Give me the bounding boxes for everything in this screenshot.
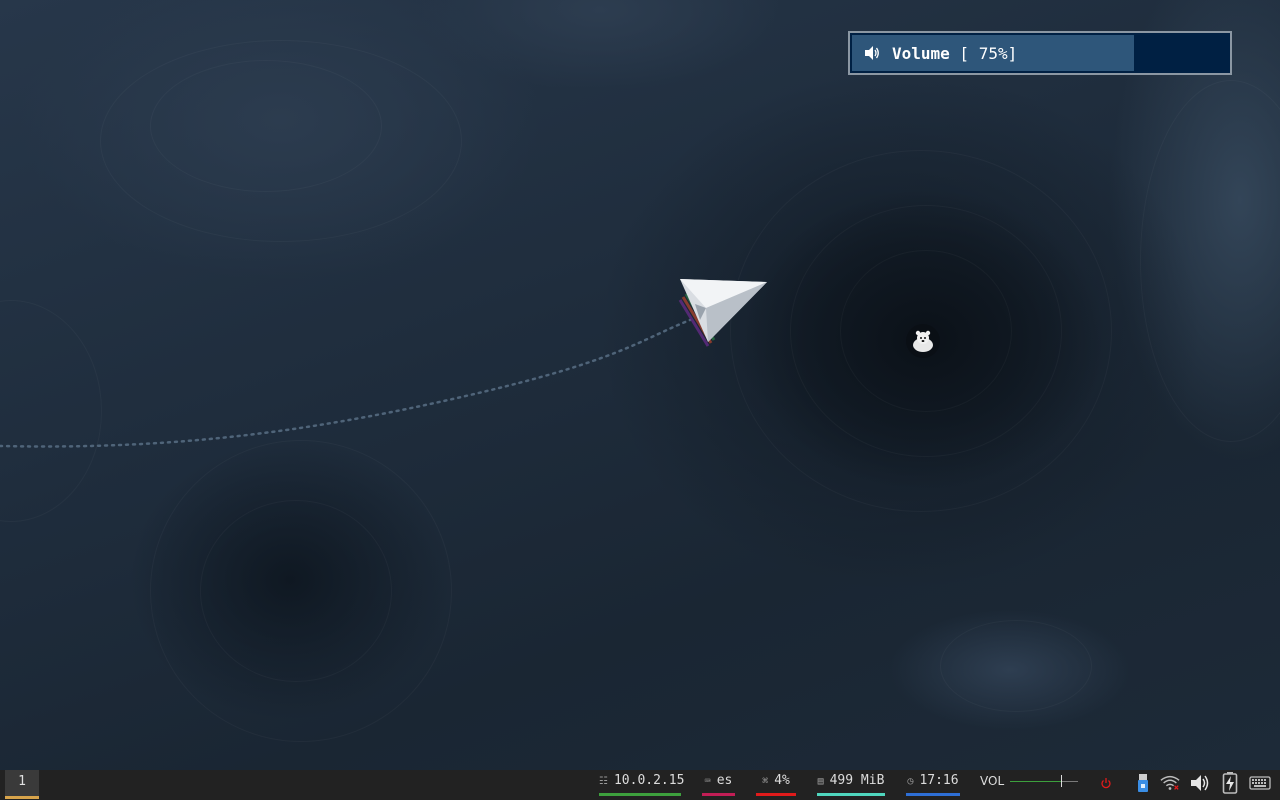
memory-module[interactable]: ▤ 499 MiB bbox=[817, 770, 885, 796]
memory-icon: ▤ bbox=[817, 776, 824, 787]
cpu-module[interactable]: ⌘ 4% bbox=[756, 770, 796, 796]
clock-icon: ◷ bbox=[907, 776, 914, 787]
network-icon: ☷ bbox=[599, 776, 608, 787]
cpu-icon: ⌘ bbox=[762, 776, 769, 787]
network-module[interactable]: ☷ 10.0.2.15 bbox=[599, 770, 685, 796]
memory-value: 499 MiB bbox=[829, 773, 885, 788]
usb-drive-icon[interactable] bbox=[1133, 773, 1153, 793]
bear-icon bbox=[913, 330, 933, 352]
keyboard-layout-value: es bbox=[716, 773, 733, 788]
battery-charging-icon[interactable] bbox=[1220, 772, 1240, 794]
power-icon[interactable] bbox=[1096, 773, 1116, 793]
keyboard-tray-icon[interactable] bbox=[1249, 773, 1271, 793]
speaker-icon bbox=[865, 46, 879, 60]
bear-sticker-icon[interactable] bbox=[906, 324, 940, 358]
desktop-wallpaper bbox=[0, 0, 1280, 770]
taskbar: 1 ☷ 10.0.2.15 ⌨ es ⌘ 4% ▤ 499 MiB ◷ 17:16 VOL bbox=[0, 770, 1280, 800]
volume-osd: Volume [ 75%] bbox=[848, 31, 1232, 75]
volume-osd-value: [ 75%] bbox=[949, 43, 1018, 63]
keyboard-underline bbox=[702, 793, 735, 796]
cpu-value: 4% bbox=[774, 773, 790, 788]
clock-underline bbox=[906, 793, 960, 796]
paper-plane-icon bbox=[678, 279, 767, 347]
volume-osd-title: Volume bbox=[892, 43, 950, 63]
speaker-icon[interactable] bbox=[1190, 773, 1210, 793]
memory-underline bbox=[817, 793, 885, 796]
network-underline bbox=[599, 793, 681, 796]
volume-slider-handle[interactable] bbox=[1061, 775, 1062, 787]
network-value: 10.0.2.15 bbox=[613, 773, 685, 788]
dotted-flight-trail bbox=[0, 318, 692, 448]
workspace-button-1[interactable]: 1 bbox=[5, 770, 39, 799]
keyboard-layout-module[interactable]: ⌨ es bbox=[702, 770, 735, 796]
cpu-underline bbox=[756, 793, 796, 796]
keyboard-icon: ⌨ bbox=[704, 776, 711, 787]
volume-label: VOL bbox=[980, 774, 1005, 788]
volume-slider-fill bbox=[1010, 781, 1062, 782]
wifi-icon[interactable] bbox=[1160, 773, 1180, 793]
clock-value: 17:16 bbox=[919, 773, 959, 788]
clock-module[interactable]: ◷ 17:16 bbox=[906, 770, 960, 796]
